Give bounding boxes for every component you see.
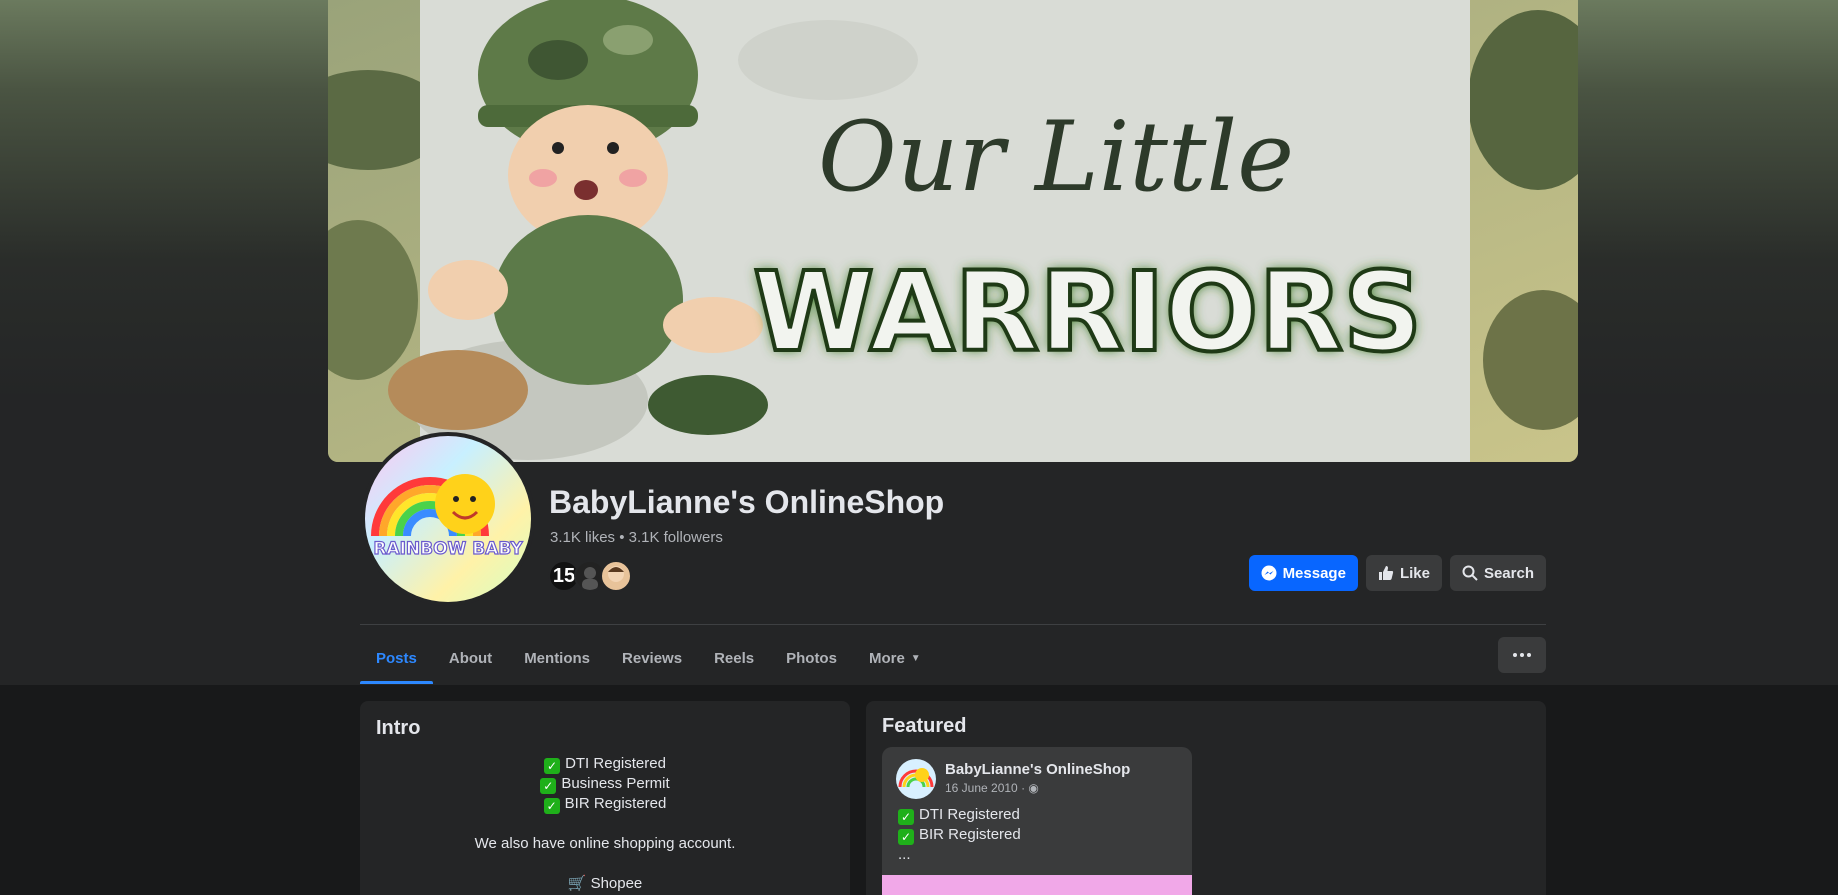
intro-line-text: Business Permit <box>561 775 670 792</box>
shopping-cart-icon: 🛒 <box>567 875 591 892</box>
post-date-text: 16 June 2010 · <box>945 781 1026 795</box>
see-more-ellipsis[interactable]: ... <box>898 845 1021 865</box>
cover-headline-block: WARRIORS <box>753 248 1422 376</box>
messenger-icon <box>1261 565 1277 581</box>
like-button-label: Like <box>1399 564 1430 582</box>
tab-reels[interactable]: Reels <box>698 632 770 684</box>
intro-title: Intro <box>376 717 421 739</box>
intro-line: We also have online shopping account. <box>474 835 736 852</box>
logo-text: RAINBOW BABY <box>373 539 523 559</box>
caret-down-icon: ▼ <box>910 652 921 664</box>
globe-icon: ◉ <box>1028 781 1039 795</box>
avatar-badge-text: 15 <box>552 564 576 587</box>
ellipsis-icon <box>1527 653 1531 657</box>
search-button-label: Search <box>1483 564 1534 582</box>
more-options-button[interactable] <box>1498 637 1546 673</box>
check-mark-icon: ✓ <box>898 809 914 825</box>
tab-label: More <box>868 649 905 667</box>
featured-title: Featured <box>882 715 967 737</box>
cover-illustration: Our Little WARRIORS WARRIORS <box>328 0 1578 462</box>
tab-posts[interactable]: Posts <box>360 632 433 684</box>
post-line: DTI Registered <box>919 806 1020 823</box>
featured-card: Featured BabyLianne's OnlineShop 16 June… <box>866 701 1546 895</box>
ellipsis-icon <box>1520 653 1524 657</box>
page-stats[interactable]: 3.1K likes • 3.1K followers <box>550 529 723 546</box>
like-button[interactable]: Like <box>1365 555 1442 591</box>
check-mark-icon: ✓ <box>544 758 561 774</box>
tab-label: Reviews <box>622 649 683 667</box>
message-button-label: Message <box>1282 564 1346 582</box>
intro-line-text: BIR Registered <box>564 795 667 812</box>
avatar[interactable] <box>896 759 936 799</box>
check-mark-icon: ✓ <box>540 778 557 794</box>
profile-picture[interactable]: RAINBOW BABY <box>361 432 535 606</box>
post-date[interactable]: 16 June 2010 · ◉ <box>945 781 1039 795</box>
intro-line: ✓ Business Permit <box>376 774 834 794</box>
tab-label: Photos <box>786 649 837 667</box>
tab-more[interactable]: More ▼ <box>853 632 937 684</box>
tab-photos[interactable]: Photos <box>770 632 853 684</box>
tab-label: Reels <box>714 649 755 667</box>
intro-line: ✓ BIR Registered <box>376 794 834 814</box>
rainbow-baby-logo: RAINBOW BABY <box>365 436 531 602</box>
intro-line: ✓ DTI Registered <box>376 754 834 774</box>
intro-line-text: Shopee <box>590 875 643 892</box>
cover-photo[interactable]: Our Little WARRIORS WARRIORS <box>328 0 1578 462</box>
post-author[interactable]: BabyLianne's OnlineShop <box>945 761 1130 778</box>
thumbs-up-icon <box>1378 566 1394 580</box>
post-image[interactable] <box>882 875 1192 895</box>
intro-bio: ✓ DTI Registered ✓ Business Permit ✓ BIR Re… <box>376 754 834 894</box>
message-button[interactable]: Message <box>1248 555 1358 591</box>
check-mark-icon: ✓ <box>898 829 914 845</box>
page-title: BabyLianne's OnlineShop <box>549 484 945 520</box>
header-divider <box>360 624 1546 625</box>
profile-tabs: Posts About Mentions Reviews Reels Photo… <box>360 632 937 684</box>
cover-headline-script: Our Little <box>818 101 1294 213</box>
post-body: ✓ DTI Registered ✓ BIR Registered ... <box>898 805 1021 865</box>
search-button[interactable]: Search <box>1449 555 1546 591</box>
ellipsis-icon <box>1513 653 1517 657</box>
intro-card: Intro ✓ DTI Registered ✓ Business Permit ✓… <box>360 701 850 895</box>
page-header: Our Little WARRIORS WARRIORS RAINBOW BAB… <box>0 0 1838 685</box>
tab-label: About <box>448 649 493 667</box>
check-mark-icon: ✓ <box>543 798 560 814</box>
page-actions: Message Like Search <box>1248 555 1546 591</box>
follower-avatars[interactable]: 15 <box>548 560 648 592</box>
tab-label: Posts <box>376 649 417 667</box>
tab-reviews[interactable]: Reviews <box>606 632 698 684</box>
featured-post[interactable]: BabyLianne's OnlineShop 16 June 2010 · ◉… <box>882 747 1192 895</box>
search-icon <box>1462 565 1478 581</box>
tab-about[interactable]: About <box>433 632 508 684</box>
tab-label: Mentions <box>524 649 591 667</box>
avatar[interactable] <box>600 560 632 592</box>
intro-line: 🛒 Shopee <box>376 874 834 894</box>
tab-mentions[interactable]: Mentions <box>508 632 606 684</box>
intro-line-text: DTI Registered <box>565 755 666 772</box>
post-line: BIR Registered <box>919 826 1021 843</box>
